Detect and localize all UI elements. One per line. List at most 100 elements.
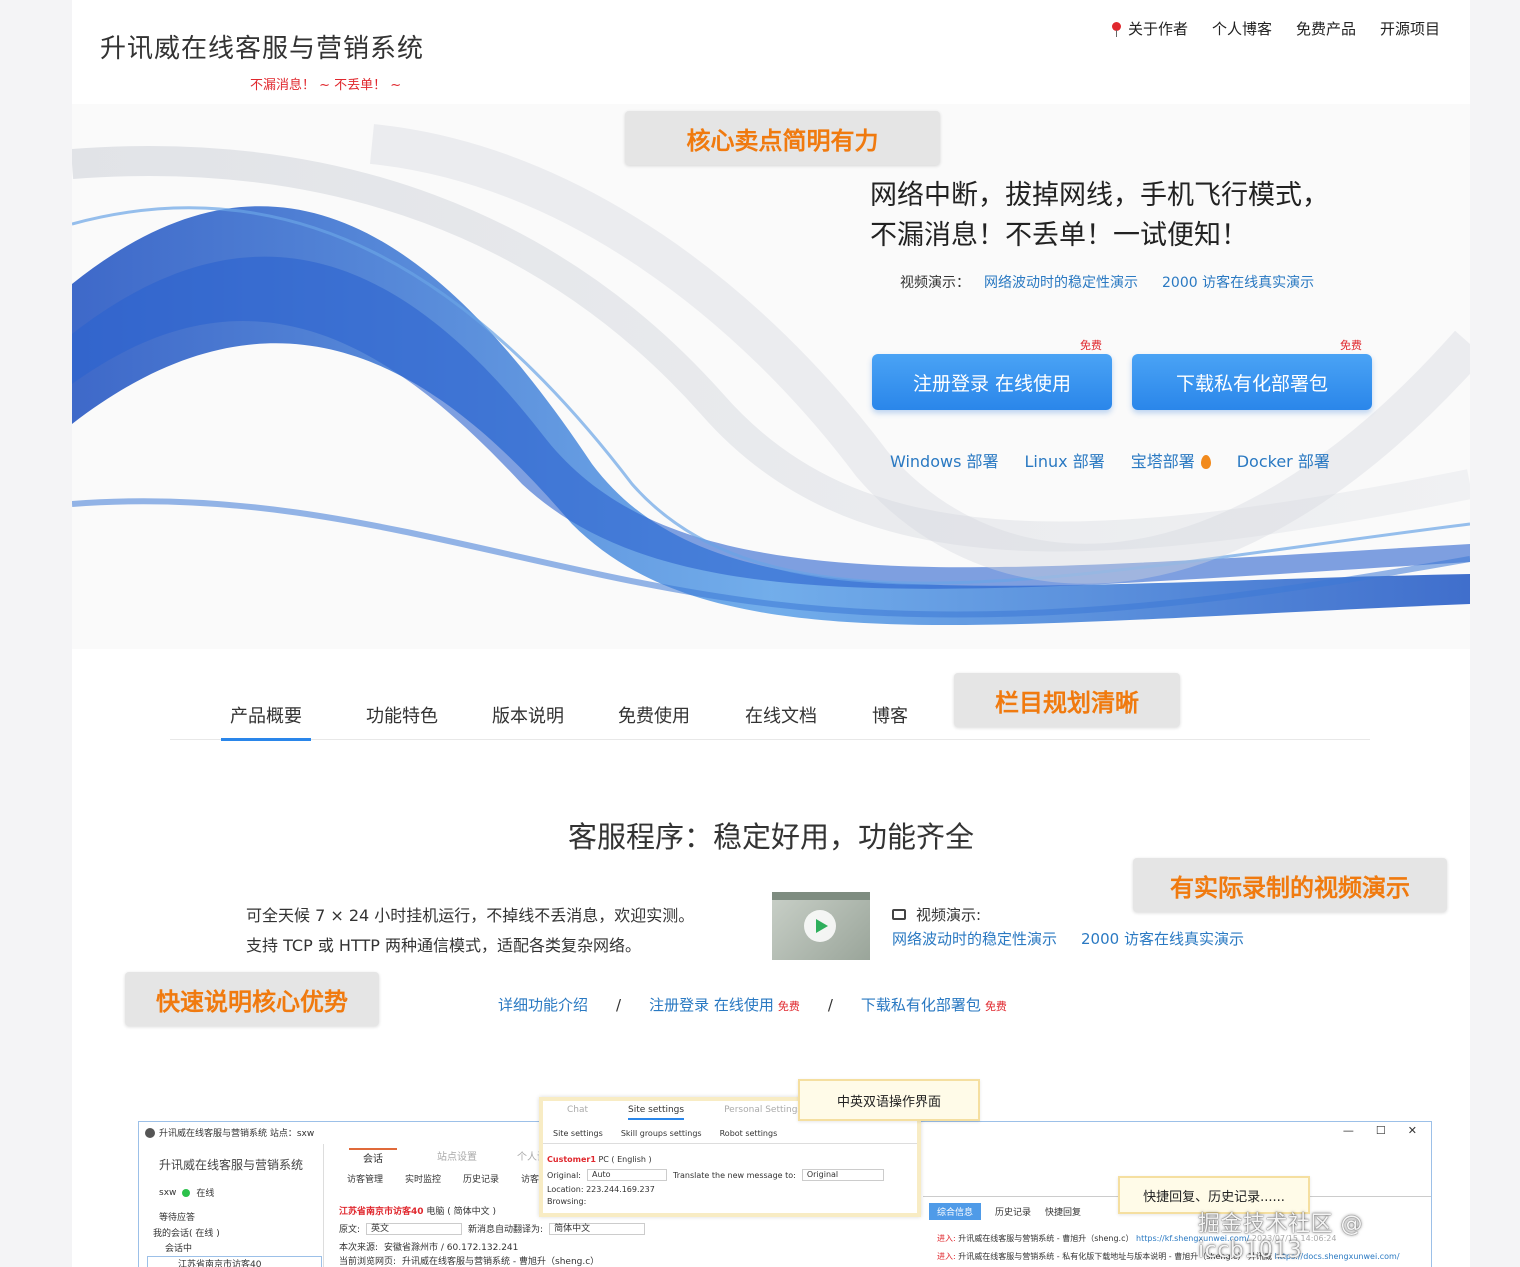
sidebar-item-in-session[interactable]: 会话中 (165, 1241, 192, 1254)
separator: / (616, 996, 622, 1014)
right-tab-info[interactable]: 综合信息 (929, 1203, 982, 1220)
register-link-label: 注册登录 在线使用 (649, 996, 774, 1014)
sidebar-item-my-sessions[interactable]: 我的会话( 在线 ) (153, 1226, 220, 1239)
nav-open-source[interactable]: 开源项目 (1380, 18, 1440, 39)
site-title[interactable]: 升讯威在线客服与营销系统 (100, 28, 424, 65)
translate-select[interactable]: Original (801, 1169, 884, 1181)
visitor-name: 江苏省南京市访客40 (339, 1207, 424, 1217)
deploy-docker-link[interactable]: Docker 部署 (1237, 448, 1330, 472)
app-sidebar: 升讯威在线客服与营销系统 sxw 在线 等待应答 我的会话( 在线 ) 会话中 江… (139, 1144, 324, 1267)
minimize-icon[interactable]: — (1343, 1124, 1354, 1137)
tab-blog[interactable]: 博客 (872, 702, 908, 728)
video-link-2000-visitors[interactable]: 2000 访客在线真实演示 (1162, 272, 1314, 292)
video-thumbnail[interactable] (772, 892, 870, 960)
popup-tabs: Chat Site settings Personal Settings (567, 1105, 802, 1120)
section-paragraph-1: 可全天候 7 × 24 小时挂机运行，不掉线不丢消息，欢迎实测。 (246, 906, 695, 925)
popup-tab-personal[interactable]: Personal Settings (724, 1105, 802, 1120)
auto-trans-select[interactable]: 简体中文 (549, 1222, 646, 1235)
app-subtab-monitor[interactable]: 实时监控 (405, 1172, 441, 1185)
callout-video: 有实际录制的视频演示 (1133, 858, 1447, 912)
sidebar-item-waiting[interactable]: 等待应答 (159, 1210, 195, 1223)
nav-about-author[interactable]: 关于作者 (1111, 18, 1188, 39)
popup-subtab-skill[interactable]: Skill groups settings (621, 1129, 702, 1138)
source-value: 安徽省滁州市 / 60.172.132.241 (384, 1243, 519, 1253)
hero-video-links: 视频演示： 网络波动时的稳定性演示 2000 访客在线真实演示 (900, 272, 1314, 292)
translate-label: Translate the new message to: (673, 1170, 796, 1180)
original-label: Original: (547, 1170, 581, 1180)
callout-columns: 栏目规划清晰 (954, 673, 1180, 727)
original-select[interactable]: Auto (587, 1169, 667, 1181)
hero-headline: 网络中断，拔掉网线，手机飞行模式， 不漏消息！不丢单！一试便知！ (870, 176, 1329, 256)
app-user[interactable]: sxw 在线 (159, 1186, 215, 1200)
tab-features[interactable]: 功能特色 (366, 702, 438, 728)
popup-subtab-site[interactable]: Site settings (553, 1129, 603, 1138)
deploy-baota-link[interactable]: 宝塔部署 (1131, 448, 1211, 472)
popup-tab-chat[interactable]: Chat (567, 1105, 588, 1120)
visitor-meta: 电脑 ( 简体中文 ) (426, 1207, 497, 1217)
app-subtab-history[interactable]: 历史记录 (463, 1172, 499, 1185)
sidebar-item-visitor[interactable]: 江苏省南京市访客40 (147, 1256, 322, 1267)
video-link-stability[interactable]: 网络波动时的稳定性演示 (892, 928, 1057, 949)
popup-tab-site-settings[interactable]: Site settings (628, 1105, 685, 1120)
video-label: 视频演示： (900, 275, 970, 291)
app-tab-chat[interactable]: 会话 (349, 1148, 397, 1165)
app-lang-row: 原文: 英文 新消息自动翻译为: 简体中文 (339, 1222, 646, 1235)
quick-links: 详细功能介绍 / 注册登录 在线使用 免费 / 下载私有化部署包 免费 (498, 994, 1007, 1015)
popup-subtab-robot[interactable]: Robot settings (720, 1129, 778, 1138)
callout-quick: 快速说明核心优势 (125, 972, 379, 1026)
nav-label: 关于作者 (1127, 20, 1188, 38)
user-status: 在线 (196, 1189, 215, 1199)
video-camera-icon (892, 909, 906, 920)
nav-free-products[interactable]: 免费产品 (1296, 18, 1356, 39)
feature-detail-link[interactable]: 详细功能介绍 (498, 994, 588, 1015)
window-controls: — ☐ ✕ (1343, 1124, 1417, 1137)
divider (543, 1143, 917, 1144)
section-video-links: 网络波动时的稳定性演示 2000 访客在线真实演示 (892, 928, 1244, 949)
lang-label: 原文: (339, 1225, 361, 1235)
auto-trans-label: 新消息自动翻译为: (468, 1225, 544, 1235)
nav-blog[interactable]: 个人博客 (1212, 18, 1272, 39)
section-tabs: 产品概要 功能特色 版本说明 免费使用 在线文档 博客 (170, 688, 1370, 741)
section-paragraph-2: 支持 TCP 或 HTTP 两种通信模式，适配各类复杂网络。 (246, 936, 641, 955)
download-link[interactable]: 下载私有化部署包 免费 (861, 994, 1007, 1015)
popup-lang-row: Original: Auto Translate the new message… (547, 1169, 884, 1181)
register-link[interactable]: 注册登录 在线使用 免费 (649, 994, 800, 1015)
app-subtab-visitor[interactable]: 访客 (521, 1172, 539, 1185)
video-link-stability[interactable]: 网络波动时的稳定性演示 (984, 272, 1138, 292)
app-title-text: 升讯威在线客服与营销系统 站点：sxw (159, 1129, 315, 1139)
tab-versions[interactable]: 版本说明 (492, 702, 564, 728)
online-status-icon (182, 1188, 191, 1197)
current-label: 当前浏览网页: (339, 1257, 397, 1267)
separator: / (827, 996, 833, 1014)
app-visitor-header: 江苏省南京市访客40 电脑 ( 简体中文 ) (339, 1204, 496, 1217)
entry-text: 升讯威在线客服与营销系统 - 私有化版下载地址与版本说明 (958, 1252, 1167, 1261)
tab-docs[interactable]: 在线文档 (745, 702, 817, 728)
section-video-label: 视频演示: (892, 904, 981, 925)
callout-core: 核心卖点简明有力 (625, 111, 940, 165)
register-button[interactable]: 注册登录 在线使用 (872, 354, 1112, 410)
popup-browsing: Browsing: (547, 1197, 587, 1206)
app-source-row: 本次来源: 安徽省滁州市 / 60.172.132.241 (339, 1240, 518, 1253)
current-value: 升讯威在线客服与营销系统 - 曹旭升（sheng.c） (402, 1257, 600, 1267)
tab-overview[interactable]: 产品概要 (221, 702, 311, 741)
app-tab-site[interactable]: 站点设置 (437, 1148, 477, 1165)
deploy-linux-link[interactable]: Linux 部署 (1025, 448, 1105, 472)
deploy-baota-label: 宝塔部署 (1130, 452, 1195, 471)
deploy-windows-link[interactable]: Windows 部署 (890, 448, 999, 472)
video-link-2000-visitors[interactable]: 2000 访客在线真实演示 (1081, 928, 1244, 949)
site-slogan: 不漏消息！ ~ 不丢单！ ~ (250, 78, 402, 93)
right-tab-history[interactable]: 历史记录 (995, 1203, 1031, 1220)
page: 升讯威在线客服与营销系统 不漏消息！ ~ 不丢单！ ~ 关于作者 个人博客 免费… (72, 0, 1470, 1267)
lang-select[interactable]: 英文 (366, 1222, 463, 1235)
download-button[interactable]: 下载私有化部署包 (1132, 354, 1372, 410)
customer-name: Customer1 (547, 1155, 596, 1164)
hero-line-2: 不漏消息！不丢单！一试便知！ (870, 220, 1248, 251)
right-tab-quick-reply[interactable]: 快捷回复 (1045, 1203, 1081, 1220)
app-subtab-visitors[interactable]: 访客管理 (347, 1172, 383, 1185)
tab-free-use[interactable]: 免费使用 (618, 702, 690, 728)
entry-label: 进入: (937, 1234, 956, 1243)
maximize-icon[interactable]: ☐ (1376, 1124, 1386, 1137)
close-icon[interactable]: ✕ (1408, 1124, 1417, 1137)
app-logo-icon (145, 1127, 155, 1138)
free-tag: 免费 (1340, 339, 1362, 352)
